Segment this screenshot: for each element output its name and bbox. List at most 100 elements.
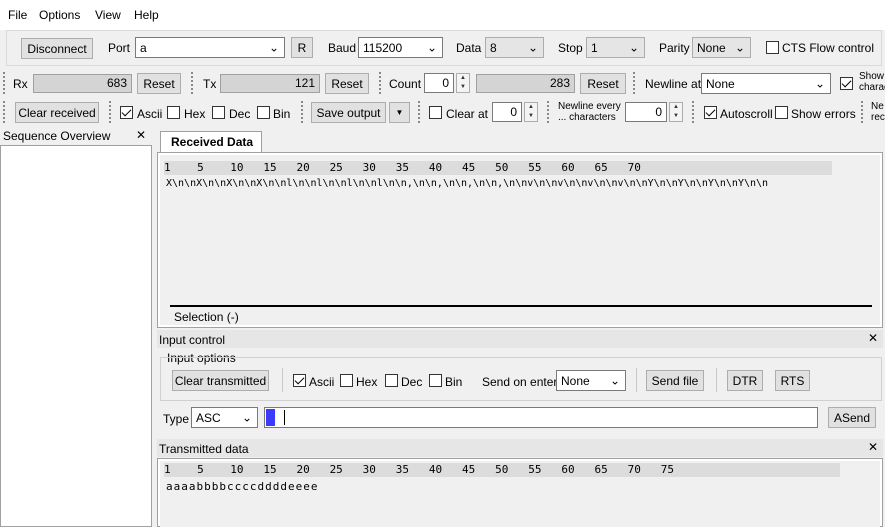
tx-label: Tx xyxy=(203,77,217,91)
tx-reset-button[interactable]: Reset xyxy=(325,73,369,94)
input-control-header: Input control ✕ xyxy=(157,330,883,348)
data-bits-combo[interactable]: 8 ⌄ xyxy=(485,37,544,58)
bin-checkbox[interactable] xyxy=(257,106,270,119)
toolbar-grip[interactable] xyxy=(379,72,382,94)
hex-checkbox[interactable] xyxy=(167,106,180,119)
count-spinner[interactable]: ▲ ▼ xyxy=(456,73,470,93)
hex-label: Hex xyxy=(184,107,206,121)
send-on-enter-combo[interactable]: None ⌄ xyxy=(556,370,626,391)
sequence-overview-panel: Sequence Overview ✕ xyxy=(0,127,152,527)
send-input[interactable] xyxy=(264,407,818,428)
refresh-ports-button[interactable]: R xyxy=(291,37,313,58)
newline-every-line2: ... characters xyxy=(558,112,616,123)
dec-checkbox[interactable] xyxy=(212,106,225,119)
input-ascii-label: Ascii xyxy=(309,375,335,389)
menu-help[interactable]: Help xyxy=(134,8,159,22)
received-data-view[interactable]: 1 5 10 15 20 25 30 35 40 45 50 55 60 65 … xyxy=(160,155,880,325)
type-value: ASC xyxy=(196,410,221,425)
toolbar-grip[interactable] xyxy=(3,101,6,123)
show-chars-checkbox[interactable] xyxy=(840,77,853,90)
cts-flow-label: CTS Flow control xyxy=(782,41,875,55)
baud-value: 115200 xyxy=(363,40,403,55)
transmitted-data-panel: Transmitted data ✕ 1 5 10 15 20 25 30 35… xyxy=(157,439,883,527)
show-chars-label-line2: charac xyxy=(859,82,885,93)
port-combo[interactable]: a ⌄ xyxy=(135,37,285,58)
input-hex-checkbox[interactable] xyxy=(340,374,353,387)
menu-file[interactable]: File xyxy=(8,8,27,22)
send-button[interactable]: ASend xyxy=(828,407,876,428)
spin-up-icon[interactable]: ▲ xyxy=(457,74,469,83)
received-content: X\n\nX\n\nX\n\nX\n\nl\n\nl\n\nl\n\nl\n\n… xyxy=(166,178,769,189)
transmitted-data-header: Transmitted data ✕ xyxy=(157,439,883,457)
transmitted-data-view[interactable]: 1 5 10 15 20 25 30 35 40 45 50 55 60 65 … xyxy=(157,458,883,527)
stop-bits-combo[interactable]: 1 ⌄ xyxy=(586,37,645,58)
clear-received-button[interactable]: Clear received xyxy=(15,102,99,123)
close-icon[interactable]: ✕ xyxy=(136,128,146,142)
triangle-down-icon: ▼ xyxy=(395,108,404,117)
spin-down-icon[interactable]: ▼ xyxy=(457,83,469,92)
parity-combo[interactable]: None ⌄ xyxy=(692,37,751,58)
menu-options[interactable]: Options xyxy=(39,8,80,22)
rx-counter: 683 xyxy=(33,74,132,93)
count-input[interactable]: 0 xyxy=(424,73,454,93)
close-icon[interactable]: ✕ xyxy=(868,440,878,454)
tab-received-data[interactable]: Received Data xyxy=(160,131,262,153)
chevron-down-icon: ⌄ xyxy=(426,39,437,54)
input-ascii-checkbox[interactable] xyxy=(293,374,306,387)
count-reset-button[interactable]: Reset xyxy=(580,73,626,94)
newline-every-spinner[interactable]: ▲ ▼ xyxy=(669,102,683,122)
newline-at-label: Newline at xyxy=(645,77,702,91)
clear-at-input[interactable]: 0 xyxy=(492,102,522,122)
send-on-enter-value: None xyxy=(561,373,590,388)
selection-status: Selection (-) xyxy=(174,310,239,324)
spin-down-icon[interactable]: ▼ xyxy=(525,112,537,121)
clear-transmitted-button[interactable]: Clear transmitted xyxy=(172,370,269,391)
clear-at-checkbox[interactable] xyxy=(429,106,442,119)
toolbar-grip[interactable] xyxy=(692,101,695,123)
cts-flow-checkbox[interactable] xyxy=(766,41,779,54)
dtr-button[interactable]: DTR xyxy=(727,370,763,391)
spin-up-icon[interactable]: ▲ xyxy=(670,103,682,112)
rts-button[interactable]: RTS xyxy=(775,370,810,391)
sequence-overview-list[interactable] xyxy=(0,145,152,527)
newline-every-input[interactable]: 0 xyxy=(625,102,667,122)
input-dec-checkbox[interactable] xyxy=(385,374,398,387)
transmitted-ruler: 1 5 10 15 20 25 30 35 40 45 50 55 60 65 … xyxy=(164,463,840,477)
baud-combo[interactable]: 115200 ⌄ xyxy=(358,37,443,58)
count-total: 283 xyxy=(476,74,575,93)
toolbar-grip[interactable] xyxy=(633,72,636,94)
save-output-button[interactable]: Save output xyxy=(311,102,386,123)
save-options-dropdown[interactable]: ▼ xyxy=(389,102,410,123)
close-icon[interactable]: ✕ xyxy=(868,331,878,345)
input-bin-checkbox[interactable] xyxy=(429,374,442,387)
toolbar-grip[interactable] xyxy=(861,101,864,123)
disconnect-button[interactable]: Disconnect xyxy=(21,38,93,59)
clear-at-spinner[interactable]: ▲ ▼ xyxy=(524,102,538,122)
spin-up-icon[interactable]: ▲ xyxy=(525,103,537,112)
input-dec-label: Dec xyxy=(401,375,423,389)
toolbar-grip[interactable] xyxy=(191,72,194,94)
parity-value: None xyxy=(697,40,726,55)
toolbar-grip[interactable] xyxy=(547,101,550,123)
separator xyxy=(636,368,637,392)
dec-label: Dec xyxy=(229,107,251,121)
toolbar-grip[interactable] xyxy=(418,101,421,123)
type-combo[interactable]: ASC ⌄ xyxy=(191,407,258,428)
spin-down-icon[interactable]: ▼ xyxy=(670,112,682,121)
newline-at-combo[interactable]: None ⌄ xyxy=(701,73,831,94)
menu-view[interactable]: View xyxy=(95,8,121,22)
count-label: Count xyxy=(389,77,422,91)
toolbar-grip[interactable] xyxy=(301,101,304,123)
show-errors-checkbox[interactable] xyxy=(775,106,788,119)
toolbar-grip[interactable] xyxy=(109,101,112,123)
newline-at-value: None xyxy=(706,76,735,91)
send-file-button[interactable]: Send file xyxy=(646,370,704,391)
autoscroll-checkbox[interactable] xyxy=(704,106,717,119)
rx-reset-button[interactable]: Reset xyxy=(137,73,181,94)
clear-at-label: Clear at xyxy=(446,107,489,121)
ascii-checkbox[interactable] xyxy=(120,106,133,119)
separator xyxy=(716,368,717,392)
toolbar-grip[interactable] xyxy=(3,72,6,94)
sequence-overview-header: Sequence Overview ✕ xyxy=(0,127,152,145)
input-hex-label: Hex xyxy=(356,375,378,389)
